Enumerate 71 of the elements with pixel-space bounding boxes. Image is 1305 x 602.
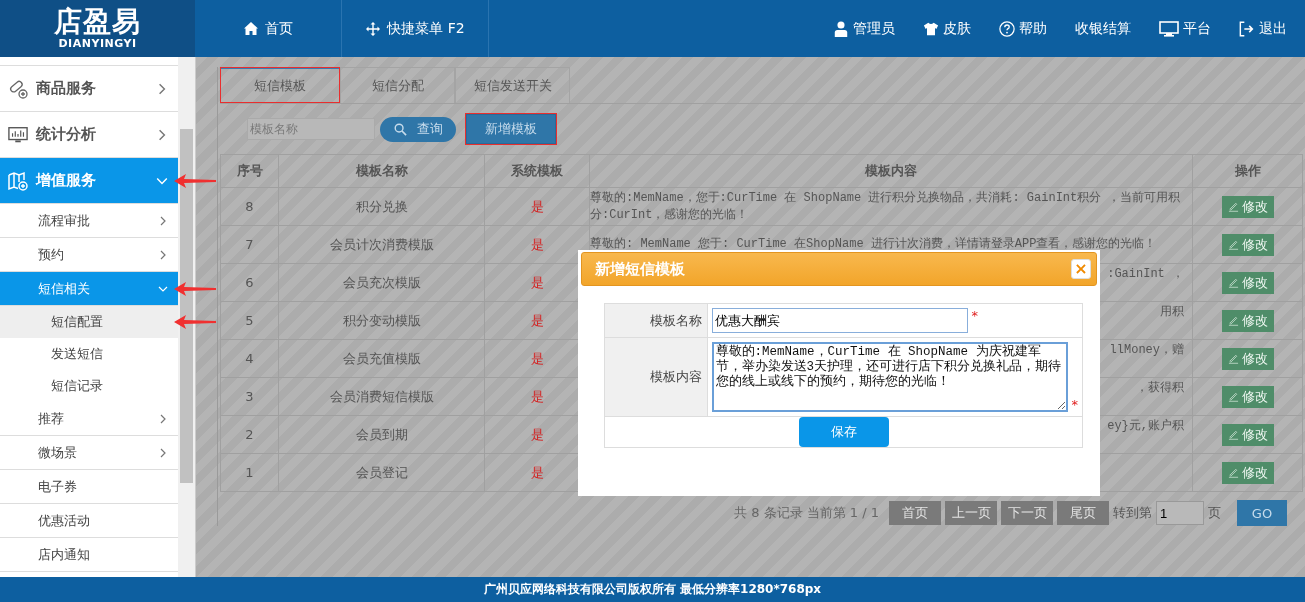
edit-button[interactable]: 修改 (1221, 309, 1274, 332)
table-cell: 会员消费短信模版 (278, 377, 485, 416)
header-link[interactable]: 退出 (1239, 0, 1287, 57)
table-cell: 会员充值模版 (278, 339, 485, 378)
tab[interactable]: 短信模板 (220, 67, 340, 103)
table-cell-text: ey}元,账户积 (1107, 417, 1184, 435)
go-button[interactable]: GO (1237, 500, 1287, 526)
logo-subtitle: DIANYINGYI (58, 36, 137, 51)
record-summary: 共 8 条记录 当前第 1 / 1 (734, 504, 879, 522)
page-unit: 页 (1208, 504, 1221, 522)
header-link[interactable]: 平台 (1159, 0, 1211, 57)
table-cell: 8 (220, 187, 279, 226)
page-button[interactable]: 尾页 (1057, 501, 1109, 525)
header-link[interactable]: 皮肤 (923, 0, 971, 57)
table-cell-text: 尊敬的:MemName，您于:CurTime 在 ShopName 进行积分兑换物品，共消耗: GainInt积分 ，当前可用积分:CurInt，感谢您的光临！ (590, 189, 1182, 224)
footer-text: 广州贝应网络科技有限公司版权所有 最低分辨率1280*768px (0, 577, 1305, 602)
sidebar-item[interactable]: 短信记录 (0, 370, 178, 402)
template-name-field[interactable]: 优惠大酬宾 (711, 308, 968, 333)
goto-label: 转到第 (1113, 504, 1152, 522)
table-cell: 3 (220, 377, 279, 416)
page-button[interactable]: 首页 (889, 501, 941, 525)
edit-button[interactable]: 修改 (1221, 347, 1274, 370)
column-header: 模板内容 (589, 154, 1193, 188)
dialog-title: 新增短信模板 (595, 259, 685, 279)
required-mark: * (1071, 397, 1078, 412)
table-cell-text: 用积 (1160, 303, 1184, 321)
table-cell: 积分变动模版 (278, 301, 485, 340)
field-label: 模板名称 (649, 312, 702, 328)
table-cell: 是 (484, 187, 590, 226)
table-cell: 会员计次消费模版 (278, 225, 485, 264)
edit-button[interactable]: 修改 (1221, 195, 1274, 218)
tab[interactable]: 短信分配 (340, 67, 455, 103)
query-button[interactable]: 查询 (380, 116, 456, 142)
table-cell-text: 尊敬的: MemName 您于: CurTime 在ShopName 进行计次消费，详情请登录APP查看，感谢您的光临！ (590, 236, 1158, 253)
header-link[interactable]: 帮助 (999, 0, 1047, 57)
table-cell-text: :GainInt ， (1107, 265, 1184, 283)
table-cell: 会员登记 (278, 453, 485, 492)
edit-button[interactable]: 修改 (1221, 423, 1274, 446)
header-link[interactable]: 管理员 (833, 0, 895, 57)
template-content-field[interactable]: 尊敬的:MemName，CurTime 在 ShopName 为庆祝建军节，举办染发送3天护理，还可进行店下积分兑换礼品，期待您的线上或线下的预约，期待您的光临！ (711, 342, 1068, 412)
table-cell: 会员充次模版 (278, 263, 485, 302)
column-header: 系统模板 (484, 154, 590, 188)
table-cell: 4 (220, 339, 279, 378)
header-link[interactable]: 收银结算 (1075, 0, 1131, 57)
edit-button[interactable]: 修改 (1221, 385, 1274, 408)
column-header: 序号 (220, 154, 279, 188)
table-cell-text: ，获得积 (1136, 379, 1184, 397)
add-template-button[interactable]: 新增模板 (466, 114, 556, 144)
sidebar-item[interactable]: 发送短信 (0, 338, 178, 370)
table-cell: 6 (220, 263, 279, 302)
edit-button[interactable]: 修改 (1221, 461, 1274, 484)
column-header: 操作 (1192, 154, 1303, 188)
page-button[interactable]: 上一页 (945, 501, 997, 525)
tab[interactable]: 短信发送开关 (455, 67, 570, 103)
field-label: 模板内容 (649, 369, 702, 384)
table-cell: 积分兑换 (278, 187, 485, 226)
sidebar-item[interactable]: 短信配置 (0, 306, 178, 338)
required-mark: * (971, 308, 978, 323)
search-field[interactable]: 模板名称 (247, 118, 375, 140)
page-button[interactable]: 下一页 (1001, 501, 1053, 525)
column-header: 模板名称 (278, 154, 485, 188)
edit-button[interactable]: 修改 (1221, 271, 1274, 294)
table-cell-text: llMoney，赠 (1109, 341, 1184, 359)
edit-button[interactable]: 修改 (1221, 233, 1274, 256)
table-cell: 5 (220, 301, 279, 340)
logo-title: 店盈易 (54, 6, 141, 37)
table-cell: 7 (220, 225, 279, 264)
table-cell: 会员到期 (278, 415, 485, 454)
table-cell: 2 (220, 415, 279, 454)
table-cell: 1 (220, 453, 279, 492)
page-field[interactable]: 1 (1156, 501, 1204, 525)
